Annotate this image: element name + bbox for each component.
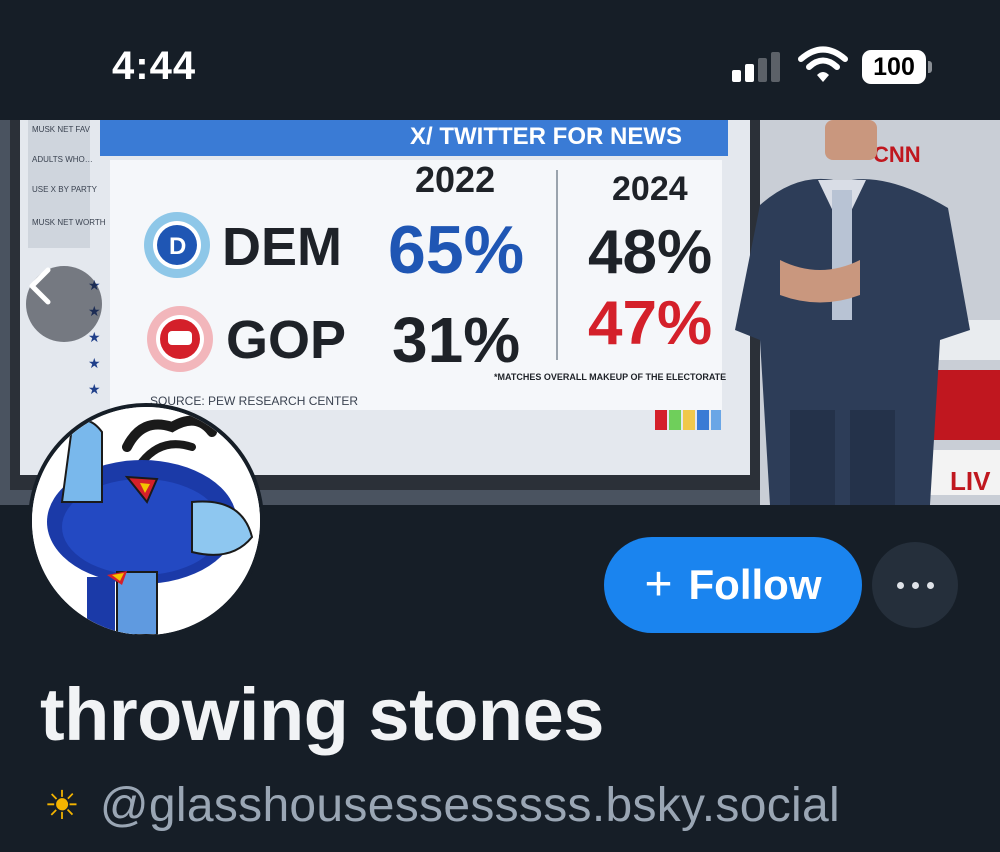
avatar[interactable]	[28, 403, 264, 639]
dem-2022: 65%	[388, 212, 524, 288]
sidebar-label-2: ADULTS WHO…	[32, 155, 93, 164]
ellipsis-icon	[893, 576, 938, 594]
more-options-button[interactable]	[872, 542, 958, 628]
tv-title: X/ TWITTER FOR NEWS	[410, 123, 682, 150]
live-badge: LIV	[950, 466, 991, 496]
dem-badge: D	[169, 233, 186, 260]
svg-text:★: ★	[88, 356, 101, 372]
column-2022: 2022	[415, 159, 495, 200]
follow-button[interactable]: + Follow	[604, 537, 862, 633]
follow-label: Follow	[688, 561, 822, 608]
display-name: throwing stones	[40, 673, 604, 756]
gop-2022: 31%	[392, 304, 520, 376]
sidebar-label-4: MUSK NET WORTH	[32, 218, 106, 227]
status-bar: 4:44 100	[0, 0, 1000, 120]
battery-icon: 100	[862, 50, 932, 84]
tv-source: SOURCE: PEW RESEARCH CENTER	[150, 394, 358, 408]
network-logo: CNN	[873, 142, 921, 167]
svg-text:★: ★	[88, 330, 101, 346]
sun-icon: ☀	[44, 783, 80, 828]
plus-icon: +	[644, 558, 673, 611]
sidebar-label-3: USE X BY PARTY	[32, 185, 98, 194]
status-time: 4:44	[112, 44, 197, 88]
wifi-icon	[798, 46, 848, 82]
chevron-left-icon	[29, 267, 51, 305]
svg-text:★: ★	[88, 382, 101, 398]
column-2024: 2024	[612, 170, 688, 208]
avatar-image	[32, 407, 260, 635]
handle-row: ☀ @glasshousessesssss.bsky.social	[44, 778, 840, 833]
dem-2024: 48%	[588, 218, 712, 287]
tv-footnote: *MATCHES OVERALL MAKEUP OF THE ELECTORAT…	[494, 372, 726, 382]
gop-label: GOP	[226, 310, 346, 370]
sidebar-label-1: MUSK NET FAV	[32, 125, 91, 134]
dem-label: DEM	[222, 217, 342, 277]
gop-2024: 47%	[588, 289, 712, 358]
battery-level: 100	[862, 50, 926, 84]
back-button[interactable]	[26, 266, 102, 342]
signal-icon	[732, 52, 780, 82]
profile-handle[interactable]: @glasshousessesssss.bsky.social	[100, 778, 840, 833]
